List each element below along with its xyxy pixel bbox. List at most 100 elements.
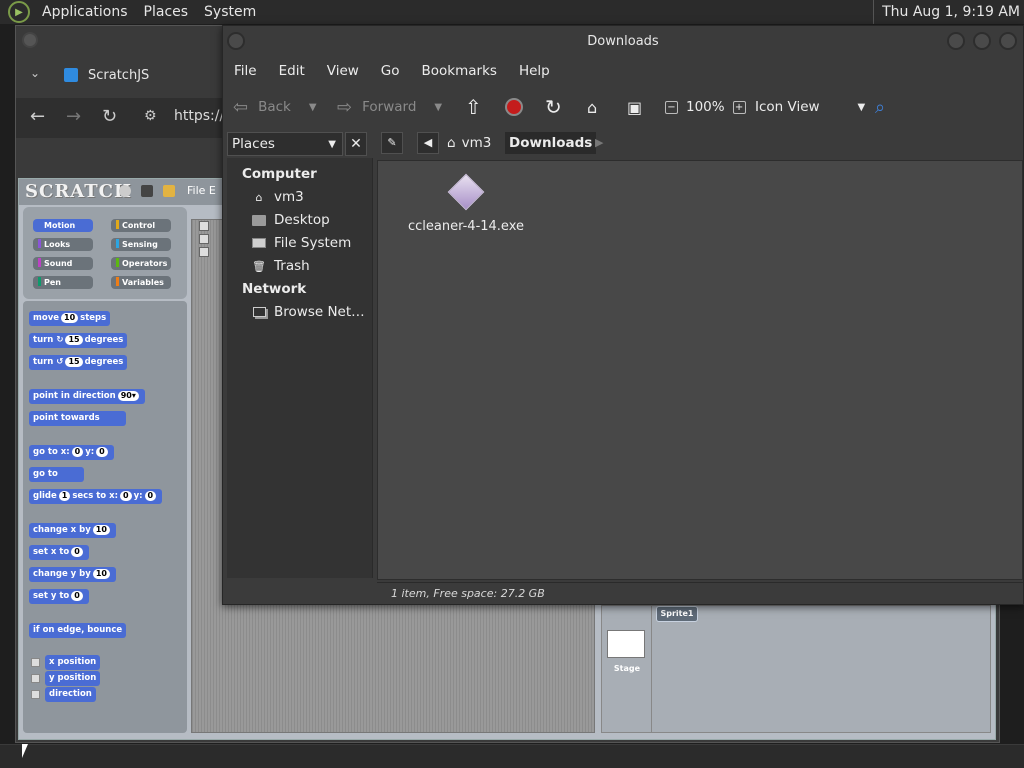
browser-back-icon[interactable]: ←: [30, 106, 45, 127]
maximize-button[interactable]: [973, 32, 991, 50]
minimize-button[interactable]: [947, 32, 965, 50]
category-motion[interactable]: Motion: [33, 219, 93, 232]
block-x-position[interactable]: x position: [45, 655, 101, 670]
y-position-checkbox[interactable]: [31, 674, 40, 683]
block-direction[interactable]: direction: [45, 687, 96, 702]
block-turn-cw[interactable]: turn ↻ 15 degrees: [29, 333, 128, 348]
sidebar-item-file-system[interactable]: File System: [251, 235, 351, 251]
computer-icon[interactable]: ▣: [627, 97, 642, 117]
category-control[interactable]: Control: [111, 219, 171, 232]
menubar: File Edit View Go Bookmarks Help: [223, 58, 1023, 84]
share-icon[interactable]: [163, 185, 175, 197]
menu-go[interactable]: Go: [370, 63, 411, 79]
scratch-file-menu[interactable]: File E: [187, 184, 216, 197]
save-icon[interactable]: [141, 185, 153, 197]
sidebar-item-trash[interactable]: 🗑 Trash: [251, 258, 310, 274]
zoom-in-icon[interactable]: +: [732, 100, 746, 114]
menu-bookmarks[interactable]: Bookmarks: [411, 63, 508, 79]
edit-location-icon[interactable]: ✎: [381, 132, 403, 154]
sidebar-item-browse-network[interactable]: Browse Net…: [251, 304, 365, 320]
block-y-position[interactable]: y position: [45, 671, 101, 686]
category-sensing[interactable]: Sensing: [111, 238, 171, 251]
sidebar-selector[interactable]: Places ▼: [227, 132, 343, 156]
sidebar-close-icon[interactable]: ✕: [345, 132, 367, 156]
menu-edit[interactable]: Edit: [268, 63, 316, 79]
category-operators[interactable]: Operators: [111, 257, 171, 270]
block-glide[interactable]: glide 1 secs to x: 0 y: 0: [29, 489, 163, 504]
status-bar: 1 item, Free space: 27.2 GB: [377, 582, 1023, 604]
menu-help[interactable]: Help: [508, 63, 561, 79]
block-set-y[interactable]: set y to 0: [29, 589, 89, 604]
sidebar-item-desktop[interactable]: Desktop: [251, 212, 330, 228]
browser-forward-icon[interactable]: →: [66, 106, 81, 127]
menu-view[interactable]: View: [316, 63, 370, 79]
block-point-towards[interactable]: point towards: [29, 411, 126, 426]
globe-icon[interactable]: [119, 185, 131, 197]
window-menu-button[interactable]: [22, 32, 38, 48]
tab-favicon-icon: [64, 68, 78, 82]
block-bounce[interactable]: if on edge, bounce: [29, 623, 127, 638]
zoom-control[interactable]: − 100% +: [665, 97, 746, 117]
block-turn-ccw[interactable]: turn ↺ 15 degrees: [29, 355, 128, 370]
titlebar[interactable]: Downloads: [223, 26, 1023, 58]
menu-file[interactable]: File: [223, 63, 268, 79]
browser-reload-icon[interactable]: ↻: [102, 106, 117, 127]
block-goto-xy[interactable]: go to x: 0 y: 0: [29, 445, 114, 460]
sprite-area: Stage Sprite1: [601, 605, 991, 733]
category-sound[interactable]: Sound: [33, 257, 93, 270]
sprite1-thumbnail[interactable]: Sprite1: [656, 606, 698, 622]
category-variables[interactable]: Variables: [111, 276, 171, 289]
home-folder-icon: ⌂: [447, 135, 456, 151]
site-info-icon[interactable]: ⚙: [144, 108, 157, 124]
view-mode-dropdown-icon: ▼: [857, 101, 866, 113]
block-palette: move 10 steps turn ↻ 15 degrees turn ↺ 15 degr…: [23, 301, 187, 733]
block-point-direction[interactable]: point in direction 90▾: [29, 389, 145, 404]
places-menu[interactable]: Places: [136, 0, 197, 24]
reload-icon[interactable]: ↻: [545, 95, 562, 119]
tool-icon[interactable]: [199, 247, 209, 257]
distro-logo-icon[interactable]: ▶: [8, 1, 30, 23]
system-menu[interactable]: System: [196, 0, 264, 24]
path-left-arrow-icon[interactable]: ◀: [417, 132, 439, 154]
script-tools: [199, 221, 211, 261]
up-icon[interactable]: ⇧: [465, 95, 482, 119]
applications-menu[interactable]: Applications: [34, 0, 136, 24]
close-button[interactable]: [999, 32, 1017, 50]
view-mode-select[interactable]: Icon View ▼: [755, 97, 865, 117]
direction-checkbox[interactable]: [31, 690, 40, 699]
path-bar: ✎ ◀ ⌂ vm3 Downloads ▶: [377, 130, 1023, 158]
file-item[interactable]: ccleaner-4-14.exe: [406, 173, 526, 234]
drive-icon: [251, 236, 267, 250]
tool-icon[interactable]: [199, 221, 209, 231]
scratch-logo: SCRATCH: [25, 181, 132, 202]
zoom-out-icon[interactable]: −: [665, 100, 678, 114]
category-pen[interactable]: Pen: [33, 276, 93, 289]
block-change-x[interactable]: change x by 10: [29, 523, 116, 538]
x-position-checkbox[interactable]: [31, 658, 40, 667]
sidebar-item-vm3[interactable]: ⌂ vm3: [251, 189, 304, 205]
forward-button[interactable]: ⇨ Forward ▼: [337, 96, 442, 118]
block-set-x[interactable]: set x to 0: [29, 545, 89, 560]
clock[interactable]: Thu Aug 1, 9:19 AM: [873, 0, 1020, 24]
path-right-arrow-icon[interactable]: ▶: [591, 132, 607, 154]
category-looks[interactable]: Looks: [33, 238, 93, 251]
crumb-downloads[interactable]: Downloads: [505, 132, 597, 154]
stage-thumbnail[interactable]: [607, 630, 645, 658]
stop-icon[interactable]: [505, 97, 523, 117]
file-view[interactable]: ccleaner-4-14.exe: [377, 160, 1023, 580]
block-move[interactable]: move 10 steps: [29, 311, 111, 326]
forward-dropdown-icon[interactable]: ▼: [434, 102, 442, 113]
crumb-vm3[interactable]: ⌂ vm3: [443, 132, 495, 154]
tool-icon[interactable]: [199, 234, 209, 244]
category-panel: Motion Control Looks Sensing Sound Opera…: [23, 207, 187, 299]
tab-scratchjs[interactable]: ScratchJS: [88, 68, 149, 83]
search-icon[interactable]: ⌕: [875, 97, 885, 118]
block-goto[interactable]: go to: [29, 467, 84, 482]
home-icon[interactable]: ⌂: [587, 97, 597, 117]
back-button[interactable]: ⇦ Back ▼: [233, 97, 317, 118]
tab-list-chevron-icon[interactable]: ⌄: [30, 66, 40, 80]
forward-arrow-icon: ⇨: [337, 96, 353, 118]
file-name: ccleaner-4-14.exe: [407, 219, 524, 234]
back-dropdown-icon[interactable]: ▼: [309, 102, 317, 113]
block-change-y[interactable]: change y by 10: [29, 567, 116, 582]
